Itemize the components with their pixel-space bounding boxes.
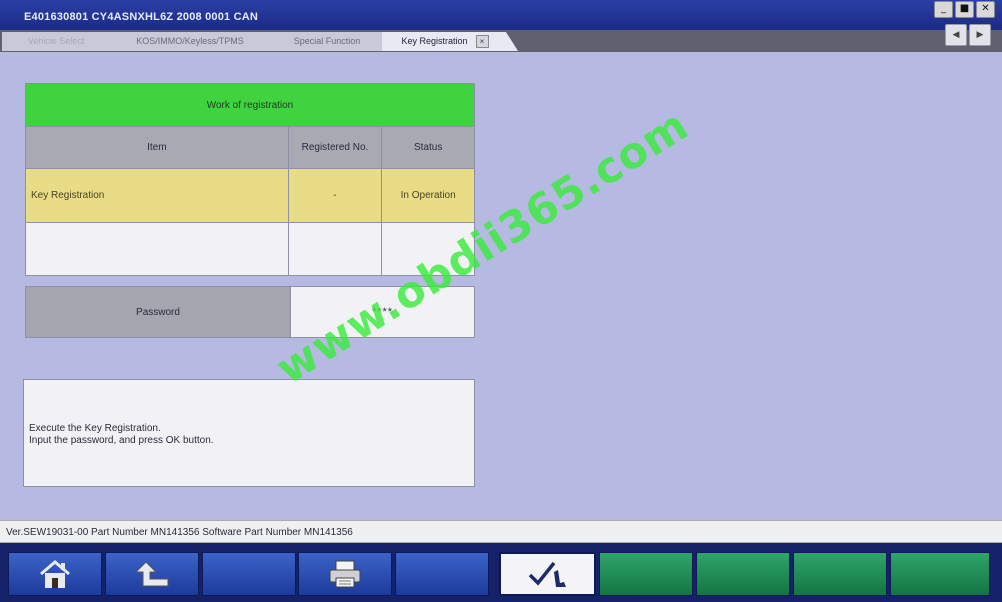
print-button[interactable] <box>298 552 392 596</box>
toolbar-blank-button <box>793 552 887 596</box>
close-button[interactable]: ✕ <box>976 1 995 18</box>
ok-button[interactable] <box>499 552 596 596</box>
tab-special-function[interactable]: Special Function <box>270 32 394 51</box>
tab-next-button[interactable]: ▶ <box>969 24 991 46</box>
column-header-item: Item <box>25 126 289 169</box>
toolbar-blank-button <box>599 552 693 596</box>
table-row: Key Registration - In Operation <box>25 168 475 223</box>
tab-kos-immo[interactable]: KOS/IMMO/Keyless/TPMS <box>108 32 282 51</box>
column-header-status: Status <box>381 126 475 169</box>
window-title-bar: E401630801 CY4ASNXHL6Z 2008 0001 CAN _ ■… <box>0 0 1002 30</box>
registration-table: Work of registration Item Registered No.… <box>25 83 475 276</box>
cell-registered-no: - <box>287 168 383 223</box>
home-button[interactable] <box>8 552 102 596</box>
tab-strip: Vehicle Select KOS/IMMO/Keyless/TPMS Spe… <box>0 30 1002 52</box>
toolbar-blank-button <box>202 552 296 596</box>
tab-label: Key Registration <box>401 36 468 46</box>
ok-check-icon <box>528 561 566 587</box>
cell-status: In Operation <box>381 168 475 223</box>
toolbar-blank-button <box>696 552 790 596</box>
tab-label: KOS/IMMO/Keyless/TPMS <box>136 36 244 46</box>
main-panel: Work of registration Item Registered No.… <box>0 52 1002 520</box>
printer-icon <box>329 560 361 588</box>
column-header-registered-no: Registered No. <box>287 126 383 169</box>
cell-registered-no <box>287 222 383 276</box>
tab-key-registration[interactable]: Key Registration × <box>382 32 518 51</box>
status-bar: Ver.SEW19031-00 Part Number MN141356 Sof… <box>0 520 1002 543</box>
home-icon <box>40 560 70 588</box>
tab-label: Vehicle Select <box>27 36 85 46</box>
cell-item: Key Registration <box>25 168 289 223</box>
bottom-toolbar <box>0 543 1002 602</box>
minimize-button[interactable]: _ <box>934 1 953 18</box>
maximize-button[interactable]: ■ <box>955 1 974 18</box>
message-box: Execute the Key Registration. Input the … <box>23 379 475 487</box>
tab-prev-button[interactable]: ◀ <box>945 24 967 46</box>
message-line: Input the password, and press OK button. <box>29 435 214 446</box>
message-line: Execute the Key Registration. <box>29 423 161 434</box>
back-button[interactable] <box>105 552 199 596</box>
password-label: Password <box>26 287 291 337</box>
toolbar-blank-button <box>395 552 489 596</box>
toolbar-blank-button <box>890 552 990 596</box>
tab-label: Special Function <box>293 36 361 46</box>
cell-item <box>25 222 289 276</box>
registration-banner: Work of registration <box>25 83 475 127</box>
tab-vehicle-select[interactable]: Vehicle Select <box>2 32 120 51</box>
back-arrow-icon <box>134 561 169 587</box>
window-title: E401630801 CY4ASNXHL6Z 2008 0001 CAN <box>24 11 259 23</box>
tab-close-icon[interactable]: × <box>476 35 489 48</box>
